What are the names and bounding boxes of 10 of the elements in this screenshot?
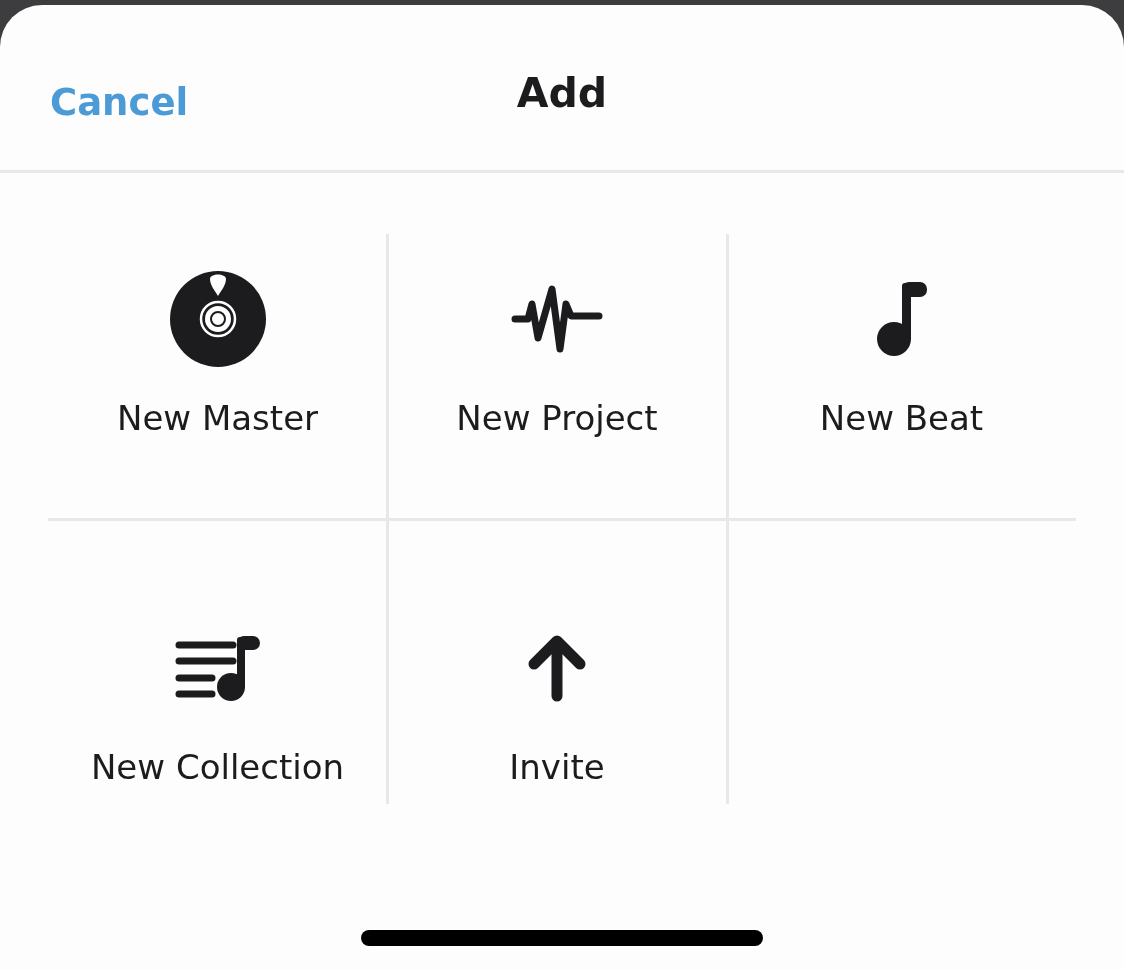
- action-tile[interactable]: New Project: [387, 173, 727, 521]
- music-note-icon: [876, 280, 927, 357]
- vinyl-disc-icon: [169, 270, 266, 367]
- action-tile[interactable]: New Master: [48, 173, 387, 521]
- playlist-icon: [174, 635, 261, 702]
- action-tile[interactable]: New Beat: [727, 173, 1076, 521]
- waveform-icon: [511, 284, 603, 353]
- action-tile[interactable]: New Collection: [48, 521, 387, 869]
- sheet-title: Add: [516, 71, 608, 117]
- action-tile[interactable]: Invite: [387, 521, 727, 869]
